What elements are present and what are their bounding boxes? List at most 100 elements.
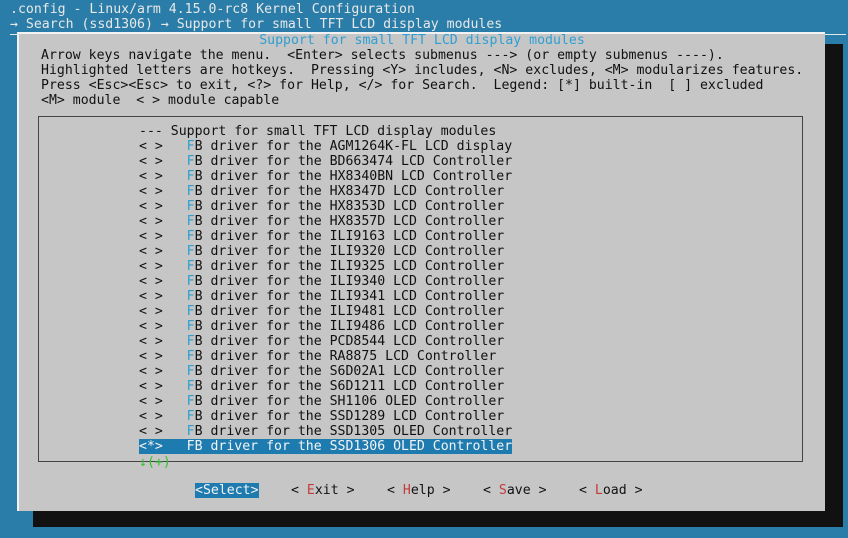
menu-item[interactable]: < > FB driver for the ILI9481 LCD Contro… [139, 304, 512, 319]
help-button[interactable]: < Help > [387, 483, 451, 498]
exit-button-post: xit > [314, 483, 355, 498]
menu-item[interactable]: < > FB driver for the SSD1289 LCD Contro… [139, 409, 512, 424]
menu-item-hotkey: F [186, 169, 195, 184]
menu-item-label: B driver for the ILI9325 LCD Controller [194, 259, 505, 274]
menu-item-spacer [163, 394, 187, 409]
menu-item-label: B driver for the SH1106 OLED Controller [194, 394, 505, 409]
menu-item[interactable]: < > FB driver for the ILI9486 LCD Contro… [139, 319, 512, 334]
load-button-hotkey: L [594, 483, 603, 498]
menu-item-state[interactable]: < > [139, 259, 163, 274]
menu-item-label: B driver for the ILI9341 LCD Controller [194, 289, 505, 304]
menu-item-state[interactable]: < > [139, 169, 163, 184]
menu-item-spacer [163, 304, 187, 319]
menu-item-hotkey: F [186, 349, 195, 364]
save-button-pre: < [483, 483, 499, 498]
menu-item[interactable]: < > FB driver for the HX8353D LCD Contro… [139, 199, 512, 214]
load-button[interactable]: < Load > [579, 483, 643, 498]
menu-item[interactable]: < > FB driver for the SH1106 OLED Contro… [139, 394, 512, 409]
menu-item-state[interactable]: < > [139, 409, 163, 424]
menu-item-label: B driver for the ILI9163 LCD Controller [194, 229, 505, 244]
menu-item-state[interactable]: < > [139, 139, 163, 154]
menu-item[interactable]: < > FB driver for the SSD1305 OLED Contr… [139, 424, 512, 439]
menu-item-hotkey: F [186, 304, 195, 319]
menu-item[interactable]: < > FB driver for the S6D02A1 LCD Contro… [139, 364, 512, 379]
help-line-2: Highlighted letters are hotkeys. Pressin… [41, 63, 804, 78]
menu-item[interactable]: < > FB driver for the ILI9320 LCD Contro… [139, 244, 512, 259]
menu-item-state[interactable]: < > [139, 349, 163, 364]
menu-item-state[interactable]: < > [139, 304, 163, 319]
menu-item-state[interactable]: < > [139, 334, 163, 349]
menu-box: --- Support for small TFT LCD display mo… [38, 116, 803, 470]
menu-item-state[interactable]: < > [139, 244, 163, 259]
menu-item[interactable]: < > FB driver for the HX8340BN LCD Contr… [139, 169, 512, 184]
save-button[interactable]: < Save > [483, 483, 547, 498]
menu-item[interactable]: < > FB driver for the ILI9163 LCD Contro… [139, 229, 512, 244]
menu-item[interactable]: < > FB driver for the S6D1211 LCD Contro… [139, 379, 512, 394]
menu-item-state[interactable]: < > [139, 214, 163, 229]
menu-item-state[interactable]: < > [139, 184, 163, 199]
menu-item-state[interactable]: < > [139, 289, 163, 304]
menu-item-spacer [163, 154, 187, 169]
dialog-shadow-bottom [33, 511, 843, 527]
menu-item-label: B driver for the BD663474 LCD Controller [194, 154, 513, 169]
menu-item-label: B driver for the S6D1211 LCD Controller [194, 379, 505, 394]
menu-item[interactable]: < > FB driver for the HX8357D LCD Contro… [139, 214, 512, 229]
menu-item-state[interactable]: < > [139, 379, 163, 394]
menu-item-spacer [163, 439, 187, 454]
dialog-shadow-right [825, 44, 843, 527]
menu-item-hotkey: F [186, 184, 195, 199]
menu-item[interactable]: < > FB driver for the HX8347D LCD Contro… [139, 184, 512, 199]
menu-item[interactable]: < > FB driver for the BD663474 LCD Contr… [139, 154, 512, 169]
menu-item-state[interactable]: < > [139, 394, 163, 409]
menu-item-label: B driver for the HX8353D LCD Controller [194, 199, 505, 214]
menu-item-state[interactable]: < > [139, 319, 163, 334]
menu-item-spacer [163, 289, 187, 304]
menu-item-label: B driver for the HX8357D LCD Controller [194, 214, 505, 229]
menu-item-hotkey: F [186, 199, 195, 214]
save-button-hotkey: S [498, 483, 507, 498]
menu-item-label: B driver for the ILI9320 LCD Controller [194, 244, 505, 259]
menu-item[interactable]: < > FB driver for the RA8875 LCD Control… [139, 349, 512, 364]
menu-item-hotkey: F [186, 289, 195, 304]
menu-item-spacer [163, 274, 187, 289]
menu-item-hotkey: F [186, 424, 195, 439]
menu-item-spacer [163, 424, 187, 439]
menu-item-label: B driver for the RA8875 LCD Controller [194, 349, 497, 364]
menu-item-spacer [163, 349, 187, 364]
menu-item-hotkey: F [186, 139, 195, 154]
menu-item[interactable]: < > FB driver for the ILI9340 LCD Contro… [139, 274, 512, 289]
menu-item-label: B driver for the SSD1305 OLED Controller [194, 424, 513, 439]
menu-item-hotkey: F [186, 364, 195, 379]
scroll-more-indicator: ↓(+) [139, 455, 171, 470]
menu-item-state[interactable]: < > [139, 364, 163, 379]
menu-item-hotkey: F [186, 394, 195, 409]
menu-item-spacer [163, 214, 187, 229]
menu-item-state[interactable]: < > [139, 154, 163, 169]
menu-item[interactable]: < > FB driver for the ILI9341 LCD Contro… [139, 289, 512, 304]
menu-item[interactable]: <*> FB driver for the SSD1306 OLED Contr… [139, 439, 513, 454]
menu-item-state[interactable]: <*> [139, 439, 163, 454]
menu-item-hotkey: F [186, 409, 195, 424]
menu-item-label: B driver for the AGM1264K-FL LCD display [194, 139, 513, 154]
menu-item-state[interactable]: < > [139, 229, 163, 244]
menu-item-spacer [163, 319, 187, 334]
menu-item-state[interactable]: < > [139, 274, 163, 289]
help-line-1: Arrow keys navigate the menu. <Enter> se… [41, 48, 724, 63]
exit-button[interactable]: < Exit > [291, 483, 355, 498]
menu-item-label: B driver for the PCD8544 LCD Controller [194, 334, 505, 349]
menu-item[interactable]: < > FB driver for the PCD8544 LCD Contro… [139, 334, 512, 349]
select-button[interactable]: <Select> [195, 483, 259, 498]
menu-item-spacer [163, 229, 187, 244]
menu-item-spacer [163, 169, 187, 184]
menu-item[interactable]: < > FB driver for the AGM1264K-FL LCD di… [139, 139, 512, 154]
menu-item-state[interactable]: < > [139, 199, 163, 214]
menu-item-label: B driver for the S6D02A1 LCD Controller [194, 364, 505, 379]
save-button-post: ave > [506, 483, 547, 498]
load-button-post: oad > [602, 483, 643, 498]
menu-header: --- Support for small TFT LCD display mo… [139, 124, 497, 139]
menu-item-state[interactable]: < > [139, 424, 163, 439]
menu-item[interactable]: < > FB driver for the ILI9325 LCD Contro… [139, 259, 512, 274]
help-line-4: <M> module < > module capable [41, 93, 280, 108]
load-button-pre: < [579, 483, 595, 498]
exit-button-hotkey: E [306, 483, 315, 498]
